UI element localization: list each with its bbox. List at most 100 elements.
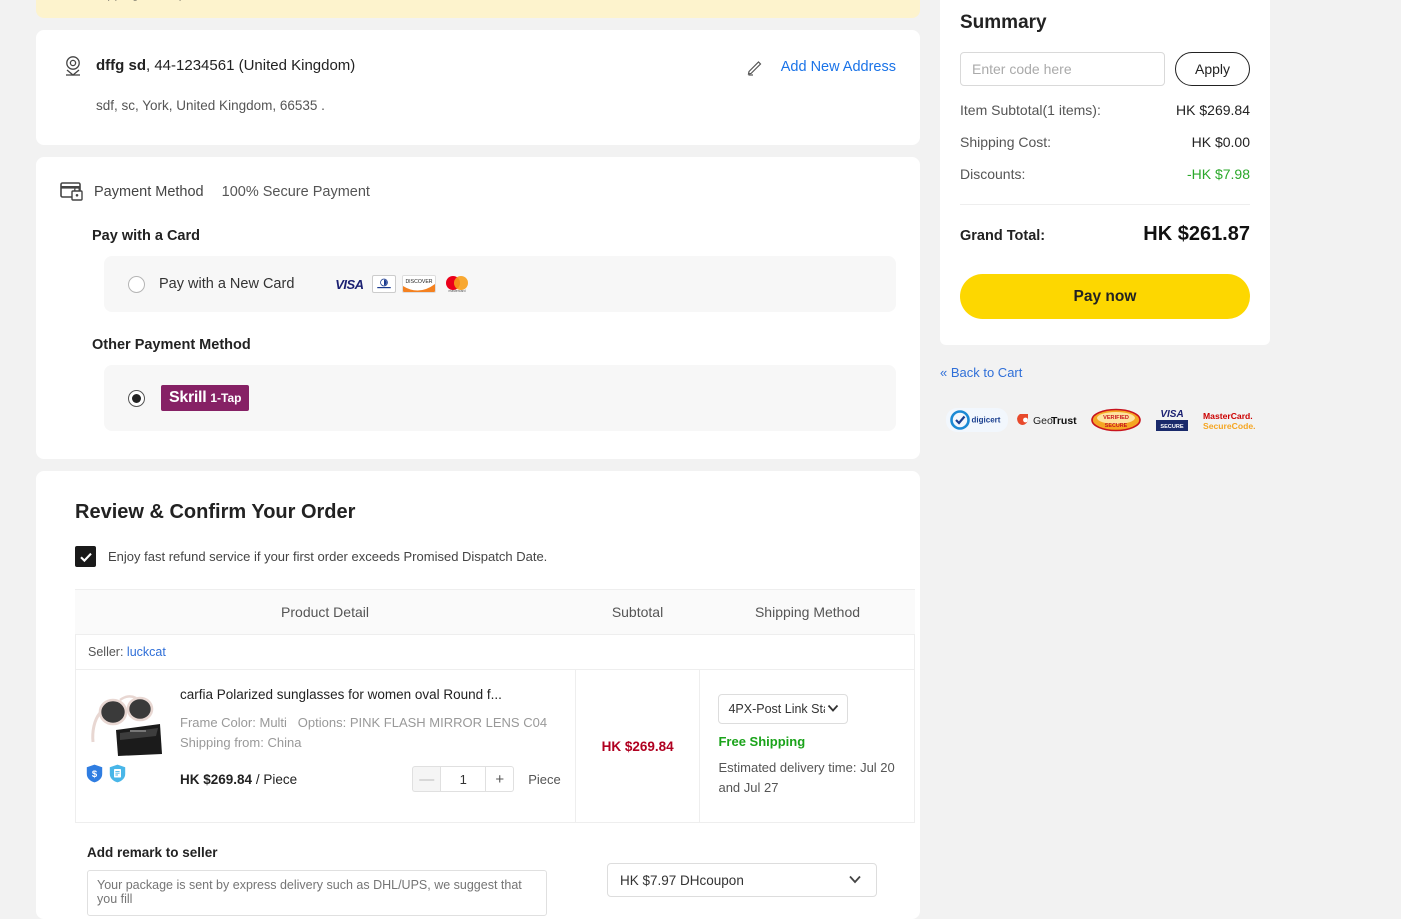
subtotal-cell: HK $269.84 [574,670,700,822]
coupon-select[interactable]: HK $7.97 DHcoupon [607,863,877,897]
product-title[interactable]: carfia Polarized sunglasses for women ov… [180,686,561,704]
svg-text:VISA: VISA [1160,409,1183,420]
visa-icon: VISA [335,276,364,292]
payment-method-heading: Payment Method [94,184,204,200]
chevron-down-icon [846,870,864,891]
skrill-option-row[interactable]: Skrill 1-Tap [104,365,896,431]
diners-club-icon [372,275,397,293]
seller-name-link[interactable]: luckcat [127,645,166,659]
order-table: Product Detail Subtotal Shipping Method [75,589,915,635]
summary-discounts-value: -HK $7.98 [1186,166,1250,182]
product-thumbnail[interactable] [86,686,166,758]
secure-payment-note: 100% Secure Payment [221,184,370,200]
fast-refund-row[interactable]: Enjoy fast refund service if your first … [75,546,900,567]
quantity-increase-button[interactable]: + [486,766,515,792]
new-card-label: Pay with a New Card [159,276,295,292]
grand-total-label: Grand Total: [960,228,1046,244]
summary-subtotal-value: HK $269.84 [1176,102,1250,118]
column-shipping-method: Shipping Method [700,589,915,635]
column-product-detail: Product Detail [75,589,575,635]
options-label: Options: [297,715,347,730]
summary-column: Summary Apply Item Subtotal(1 items): HK… [940,0,1270,432]
pay-now-button[interactable]: Pay now [960,274,1250,319]
product-attributes: Frame Color: Multi Options: PINK FLASH M… [180,713,561,753]
page-title: Review & Confirm Your Order [75,501,356,523]
location-pin-icon [60,53,86,79]
shipping-from-value: China [267,735,302,750]
svg-text:SECURE: SECURE [1105,423,1128,429]
grand-total-value: HK $261.87 [1143,223,1250,245]
address-recipient-name: dffg sd [96,57,146,74]
svg-text:SECURE: SECURE [1160,424,1184,430]
new-card-option-row[interactable]: Pay with a New Card VISA DISCOVER master… [104,256,896,312]
grand-total-row: Grand Total: HK $261.87 [960,223,1250,246]
card-lock-icon [60,181,84,203]
seller-label: Seller: [88,645,124,659]
column-subtotal: Subtotal [575,589,700,635]
svg-text:DISCOVER: DISCOVER [406,279,433,285]
remark-label: Add remark to seller [87,845,218,860]
table-row: $ carfia Polarized sunglasses for women … [75,670,915,823]
checkout-page: Free Shipping & Coupon dffg sd, 44-12345… [0,0,1401,919]
add-new-address-link[interactable]: Add New Address [781,59,896,75]
apply-code-button[interactable]: Apply [1175,52,1250,86]
summary-title: Summary [960,12,1047,33]
svg-text:$: $ [92,769,98,780]
quantity-decrease-button[interactable]: — [412,766,441,792]
visa-secure-icon: VISA SECURE [1150,408,1194,432]
shipping-address-card: dffg sd, 44-1234561 (United Kingdom) Add… [36,30,920,145]
svg-text:Geo: Geo [1033,415,1053,427]
new-card-radio[interactable] [128,275,145,293]
quantity-value[interactable]: 1 [440,766,487,792]
back-to-cart-link[interactable]: « Back to Cart [940,365,1270,380]
pencil-icon[interactable] [745,57,765,77]
summary-line-shipping: Shipping Cost: HK $0.00 [960,134,1250,150]
summary-shipping-label: Shipping Cost: [960,134,1052,150]
promo-code-input[interactable] [960,52,1165,86]
summary-subtotal-label: Item Subtotal(1 items): [960,102,1101,118]
free-shipping-label: Free Shipping [718,734,806,749]
shipping-method-cell: 4PX-Post Link Standard Free Shipping Est… [699,670,914,822]
address-detail-line: sdf, sc, York, United Kingdom, 66535 . [96,98,325,113]
remark-section: Add remark to seller HK $7.97 DHcoupon [87,845,937,919]
skrill-brand-text: Skrill [169,389,207,406]
remark-textarea[interactable] [87,870,547,916]
discover-icon: DISCOVER [402,275,437,293]
svg-text:SecureCode.: SecureCode. [1203,421,1256,431]
other-payment-title: Other Payment Method [92,337,251,353]
svg-text:mastercard: mastercard [449,289,466,293]
product-detail-cell: $ carfia Polarized sunglasses for women … [76,670,575,822]
coupon-selected-value: HK $7.97 DHcoupon [620,872,744,888]
skrill-suffix-text: 1-Tap [210,391,242,405]
frame-color-label: Frame Color: [180,715,256,730]
fast-refund-checkbox[interactable] [75,546,96,567]
card-brand-logos: VISA DISCOVER mastercard [332,275,472,293]
summary-line-subtotal: Item Subtotal(1 items): HK $269.84 [960,102,1250,118]
unit-price-suffix: / Piece [255,771,298,787]
estimated-delivery-time: Estimated delivery time: Jul 20 and Jul … [718,760,895,795]
unit-price-value: HK $269.84 [180,771,253,787]
svg-text:VERIFIED: VERIFIED [1103,415,1129,421]
checkout-main-column: Free Shipping & Coupon dffg sd, 44-12345… [36,0,920,919]
skrill-icon: Skrill 1-Tap [161,385,250,411]
fast-refund-label: Enjoy fast refund service if your first … [108,549,548,564]
refund-shield-icon [109,764,126,783]
shipping-from-label: Shipping from: [180,735,264,750]
shipping-method-select[interactable]: 4PX-Post Link Standard [718,694,849,724]
digicert-icon: digicert [946,408,1008,432]
address-phone-country: , 44-1234561 (United Kingdom) [146,57,356,74]
quantity-stepper[interactable]: — 1 + Piece [412,766,561,792]
summary-line-discounts: Discounts: -HK $7.98 [960,166,1250,182]
quantity-unit-label: Piece [528,771,561,787]
product-unit-price: HK $269.84 / Piece [180,772,297,787]
norton-secured-icon: VERIFIED SECURE [1090,408,1142,432]
skrill-radio[interactable] [128,389,145,407]
frame-color-value: Multi [259,715,287,730]
review-order-card: Review & Confirm Your Order Enjoy fast r… [36,471,920,919]
summary-shipping-value: HK $0.00 [1191,134,1250,150]
product-badges: $ [86,764,176,783]
options-value: PINK FLASH MIRROR LENS C04 [349,715,548,730]
mastercard-icon: mastercard [442,275,472,293]
pay-with-card-title: Pay with a Card [92,228,200,244]
svg-text:digicert: digicert [972,416,1001,425]
